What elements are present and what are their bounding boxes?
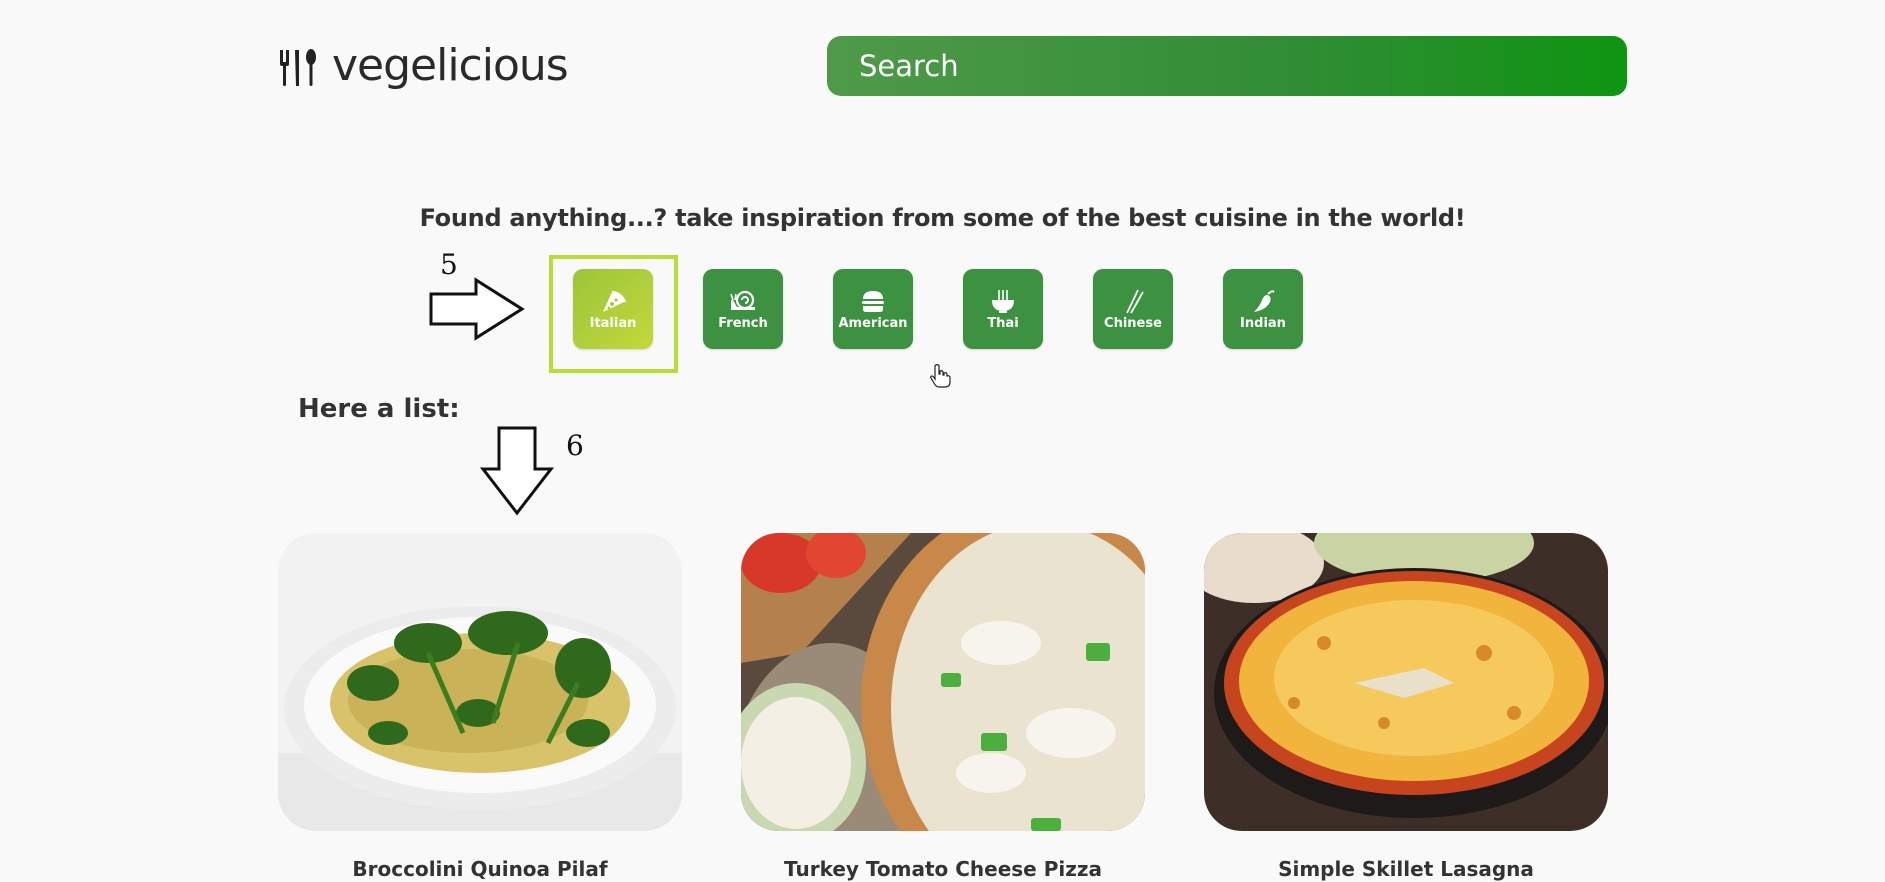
snail-icon <box>730 290 755 310</box>
cuisine-label: French <box>718 315 768 331</box>
chili-icon <box>1254 289 1275 312</box>
brand-logo[interactable]: vegelicious <box>278 40 569 91</box>
cuisine-label: Thai <box>987 315 1019 331</box>
cuisine-button-italian[interactable]: Italian <box>573 269 653 349</box>
recipe-title[interactable]: Turkey Tomato Cheese Pizza <box>741 857 1145 881</box>
cuisine-button-american[interactable]: American <box>833 269 913 349</box>
cuisine-label: American <box>838 315 908 331</box>
hand-cursor-icon <box>930 364 951 388</box>
burger-icon <box>862 290 884 312</box>
fork-spoon-icon <box>280 49 316 86</box>
recipe-title[interactable]: Broccolini Quinoa Pilaf <box>278 857 682 881</box>
quinoa-pilaf-photo[interactable] <box>278 533 682 831</box>
cuisine-button-chinese[interactable]: Chinese <box>1093 269 1173 349</box>
brand-name: vegelicious <box>332 40 569 91</box>
recipe-title[interactable]: Simple Skillet Lasagna <box>1204 857 1608 881</box>
annotation-number-6: 6 <box>566 429 584 462</box>
cuisine-button-indian[interactable]: Indian <box>1223 269 1303 349</box>
right-arrow-icon <box>429 277 525 341</box>
inspiration-text: Found anything...? take inspiration from… <box>419 204 1466 232</box>
cuisine-button-french[interactable]: French <box>703 269 783 349</box>
cuisine-button-thai[interactable]: Thai <box>963 269 1043 349</box>
pizza-icon <box>603 290 627 312</box>
recipe-card[interactable]: Turkey Tomato Cheese Pizza <box>741 533 1145 881</box>
search-bar[interactable] <box>827 36 1627 96</box>
cuisine-label: Chinese <box>1104 315 1162 331</box>
noodle-bowl-icon <box>992 289 1014 313</box>
list-heading: Here a list: <box>298 394 460 424</box>
lasagna-photo[interactable] <box>1204 533 1608 831</box>
chopsticks-icon <box>1126 289 1144 313</box>
cuisine-label: Italian <box>589 315 637 331</box>
search-input[interactable] <box>857 48 1627 84</box>
recipe-card[interactable]: Broccolini Quinoa Pilaf <box>278 533 682 881</box>
recipe-card[interactable]: Simple Skillet Lasagna <box>1204 533 1608 881</box>
pizza-photo[interactable] <box>741 533 1145 831</box>
cuisine-label: Indian <box>1240 315 1286 331</box>
down-arrow-icon <box>479 426 555 516</box>
